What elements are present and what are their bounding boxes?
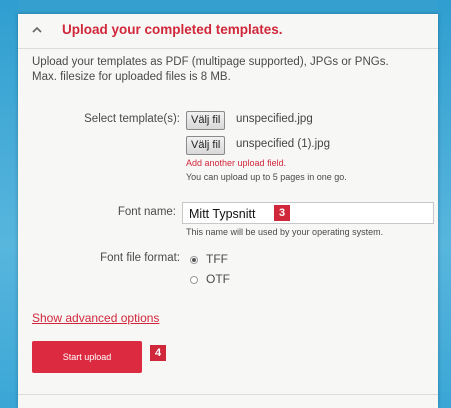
choose-file-button-1[interactable]: Välj fil (186, 111, 226, 130)
chevron-up-icon[interactable] (32, 25, 42, 35)
radio-tff[interactable] (190, 256, 198, 264)
intro-text: Upload your templates as PDF (multipage … (32, 55, 432, 85)
radio-otf[interactable] (190, 276, 198, 284)
step-badge-4: 4 (150, 345, 166, 361)
font-name-label: Font name: (117, 206, 176, 218)
font-name-value: Mitt Typsnitt (189, 207, 256, 221)
choose-file-button-2[interactable]: Välj fil (186, 136, 226, 155)
background-left (0, 0, 18, 408)
select-templates-label: Select template(s): (84, 113, 180, 125)
file-name-2: unspecified (1).jpg (236, 138, 330, 150)
intro-line-1: Upload your templates as PDF (multipage … (32, 56, 389, 68)
upload-panel: Upload your completed templates. Upload … (18, 14, 438, 408)
intro-line-2: Max. filesize for uploaded files is 8 MB… (32, 71, 231, 83)
add-upload-field-link[interactable]: Add another upload field. (186, 158, 286, 168)
section-header[interactable]: Upload your completed templates. (18, 14, 438, 49)
radio-tff-label[interactable]: TFF (206, 252, 228, 266)
start-upload-button[interactable]: Start upload (32, 341, 142, 373)
step-badge-3: 3 (274, 205, 290, 221)
show-advanced-options-link[interactable]: Show advanced options (32, 311, 159, 325)
background-right (437, 0, 451, 408)
file-name-1: unspecified.jpg (236, 113, 313, 125)
section-title: Upload your completed templates. (62, 22, 283, 37)
font-format-label: Font file format: (100, 252, 180, 264)
footer-divider (18, 394, 438, 395)
font-name-hint: This name will be used by your operating… (186, 227, 384, 237)
font-name-input[interactable]: Mitt Typsnitt 3 (182, 202, 434, 224)
upload-limit-note: You can upload up to 5 pages in one go. (186, 172, 347, 182)
radio-otf-label[interactable]: OTF (206, 272, 230, 286)
